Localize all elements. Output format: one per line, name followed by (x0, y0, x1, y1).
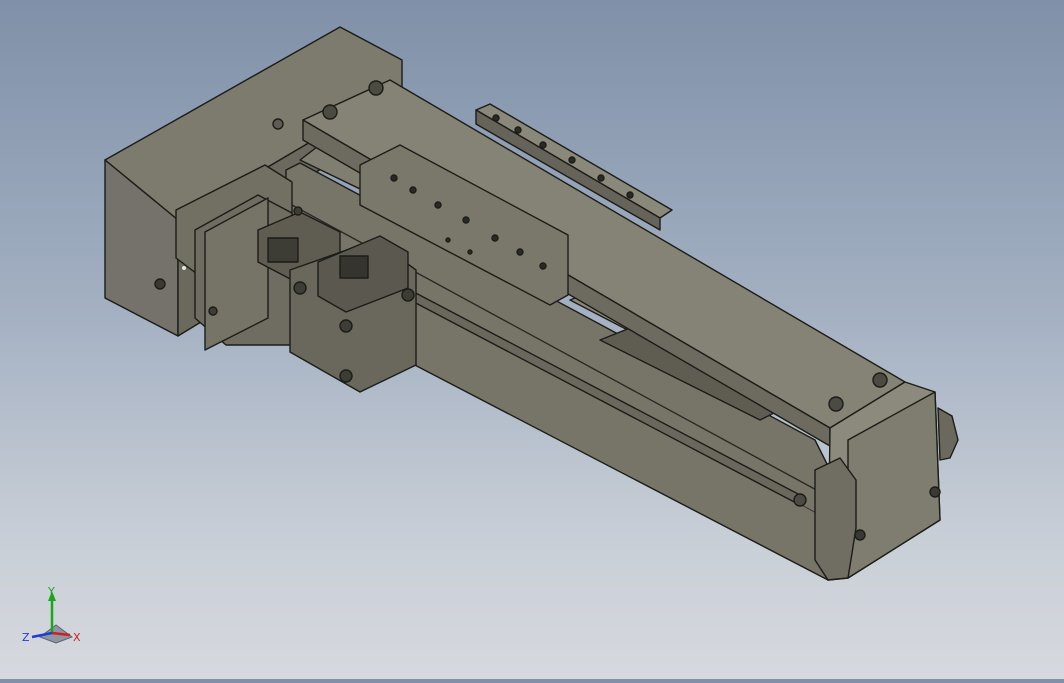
model-viewport[interactable] (0, 0, 1064, 679)
x-axis-label: X (73, 631, 81, 644)
coordinate-triad: Y X Z (22, 585, 81, 644)
actuator-model (104, 26, 959, 581)
y-axis-label: Y (47, 585, 55, 598)
z-axis-label: Z (22, 631, 30, 644)
